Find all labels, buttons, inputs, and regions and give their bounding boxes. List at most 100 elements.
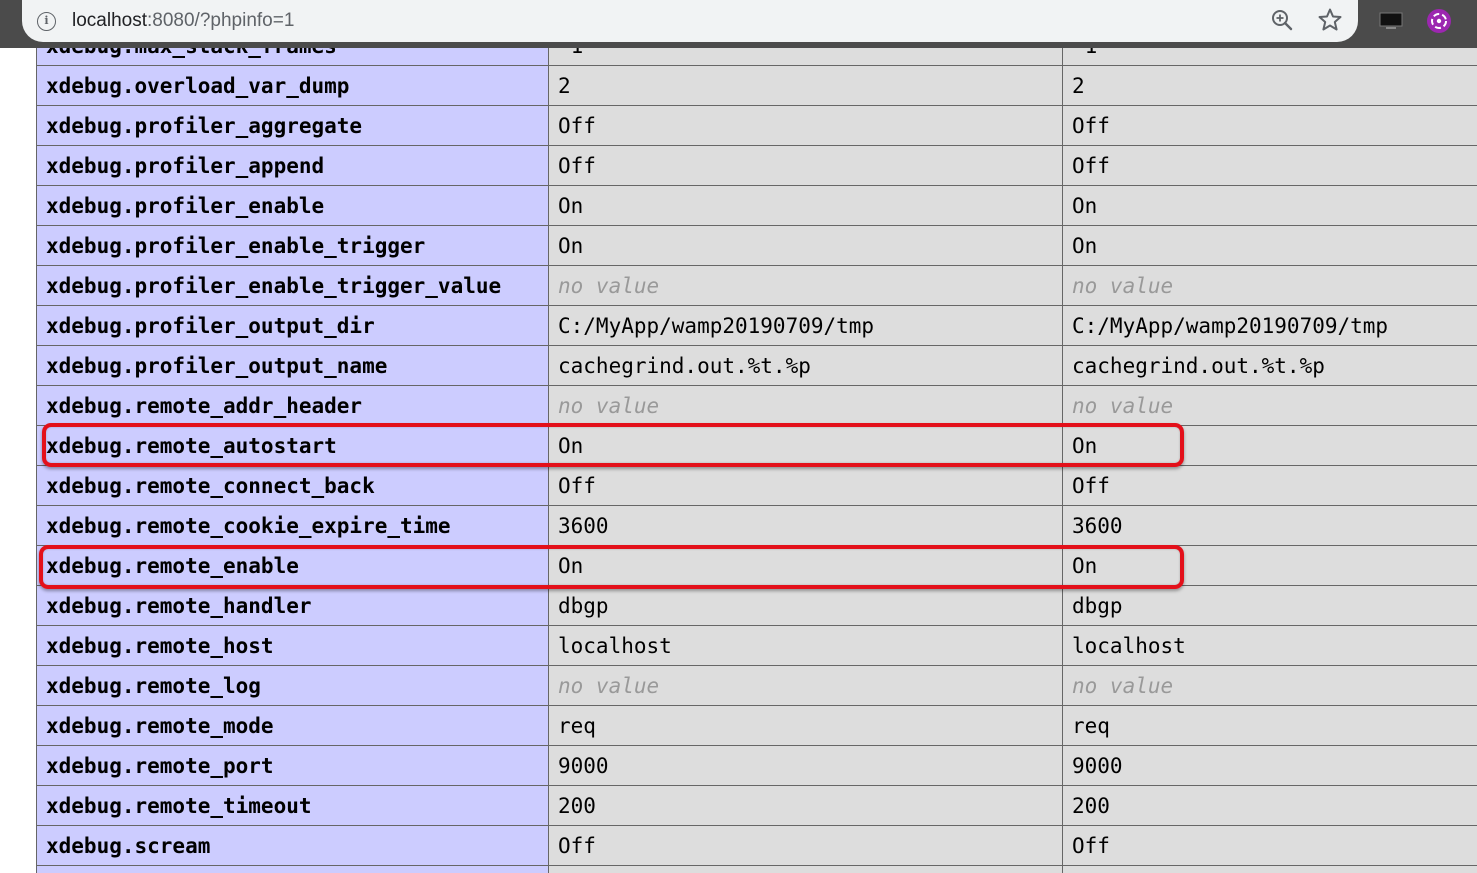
directive-name: xdebug.profiler_enable_trigger	[36, 225, 549, 266]
master-value	[1062, 865, 1477, 873]
local-value: On	[548, 185, 1063, 226]
url-path: :8080/?phpinfo=1	[147, 10, 295, 31]
table-row: xdebug.max_stack_frames -1 -1	[36, 48, 1477, 66]
local-value: req	[548, 705, 1063, 746]
directive-name: xdebug.remote_mode	[36, 705, 549, 746]
directive-name: xdebug.remote_addr_header	[36, 385, 549, 426]
local-value	[548, 865, 1063, 873]
table-row: xdebug.profiler_aggregate Off Off	[36, 105, 1477, 146]
master-value: Off	[1062, 465, 1477, 506]
table-row: xdebug.profiler_enable_trigger_value no v…	[36, 265, 1477, 306]
info-icon[interactable]: i	[37, 12, 56, 31]
table-row: xdebug.remote_log no value no value	[36, 665, 1477, 706]
table-row: xdebug.profiler_output_dir C:/MyApp/wamp2…	[36, 305, 1477, 346]
directive-name: xdebug.max_stack_frames	[36, 48, 549, 66]
local-value: Off	[548, 145, 1063, 186]
master-value: cachegrind.out.%t.%p	[1062, 345, 1477, 386]
page-content[interactable]: xdebug.max_stack_frames -1 -1 xdebug.ove…	[0, 48, 1477, 873]
master-value: Off	[1062, 105, 1477, 146]
local-value: 3600	[548, 505, 1063, 546]
master-value: 3600	[1062, 505, 1477, 546]
directive-name: xdebug.profiler_aggregate	[36, 105, 549, 146]
xdebug-config-table: xdebug.max_stack_frames -1 -1 xdebug.ove…	[36, 48, 1477, 873]
directive-name: xdebug.profiler_output_dir	[36, 305, 549, 346]
browser-toolbar: i localhost:8080/?phpinfo=1	[0, 0, 1477, 48]
master-value: Off	[1062, 145, 1477, 186]
table-row: xdebug.profiler_enable_trigger On On	[36, 225, 1477, 266]
local-value: Off	[548, 105, 1063, 146]
table-row: xdebug.scream Off Off	[36, 825, 1477, 866]
table-row	[36, 865, 1477, 873]
local-value: 9000	[548, 745, 1063, 786]
directive-name: xdebug.remote_port	[36, 745, 549, 786]
no-value-text: no value	[558, 273, 660, 298]
local-value: localhost	[548, 625, 1063, 666]
table-row: xdebug.remote_enable On On	[36, 545, 1477, 586]
master-value: Off	[1062, 825, 1477, 866]
directive-name: xdebug.profiler_enable	[36, 185, 549, 226]
local-value: Off	[548, 825, 1063, 866]
master-value: 2	[1062, 65, 1477, 106]
local-value: no value	[548, 385, 1063, 426]
table-row: xdebug.remote_cookie_expire_time 3600 3600	[36, 505, 1477, 546]
local-value: no value	[548, 265, 1063, 306]
extension-circle-icon[interactable]	[1425, 7, 1453, 35]
bookmark-star-icon[interactable]	[1316, 6, 1344, 34]
master-value: -1	[1062, 48, 1477, 66]
local-value: C:/MyApp/wamp20190709/tmp	[548, 305, 1063, 346]
local-value: cachegrind.out.%t.%p	[548, 345, 1063, 386]
table-row: xdebug.remote_port 9000 9000	[36, 745, 1477, 786]
directive-name: xdebug.remote_timeout	[36, 785, 549, 826]
no-value-text: no value	[1072, 393, 1174, 418]
directive-name: xdebug.scream	[36, 825, 549, 866]
master-value: localhost	[1062, 625, 1477, 666]
table-row: xdebug.remote_handler dbgp dbgp	[36, 585, 1477, 626]
table-row: xdebug.remote_addr_header no value no valu…	[36, 385, 1477, 426]
local-value: 2	[548, 65, 1063, 106]
no-value-text: no value	[558, 393, 660, 418]
master-value: C:/MyApp/wamp20190709/tmp	[1062, 305, 1477, 346]
master-value: req	[1062, 705, 1477, 746]
directive-name	[36, 865, 549, 873]
table-row: xdebug.remote_mode req req	[36, 705, 1477, 746]
no-value-text: no value	[1072, 673, 1174, 698]
table-row: xdebug.profiler_append Off Off	[36, 145, 1477, 186]
master-value: no value	[1062, 265, 1477, 306]
directive-name: xdebug.profiler_enable_trigger_value	[36, 265, 549, 306]
table-row: xdebug.remote_timeout 200 200	[36, 785, 1477, 826]
master-value: On	[1062, 425, 1477, 466]
table-row: xdebug.remote_host localhost localhost	[36, 625, 1477, 666]
zoom-icon[interactable]	[1268, 6, 1296, 34]
local-value: Off	[548, 465, 1063, 506]
master-value: On	[1062, 225, 1477, 266]
local-value: dbgp	[548, 585, 1063, 626]
no-value-text: no value	[1072, 273, 1174, 298]
directive-name: xdebug.remote_log	[36, 665, 549, 706]
extension-monitor-icon[interactable]	[1378, 8, 1404, 34]
master-value: On	[1062, 545, 1477, 586]
local-value: On	[548, 225, 1063, 266]
local-value: no value	[548, 665, 1063, 706]
table-row: xdebug.remote_autostart On On	[36, 425, 1477, 466]
master-value: no value	[1062, 385, 1477, 426]
master-value: no value	[1062, 665, 1477, 706]
url-host: localhost	[72, 10, 147, 31]
address-bar-url[interactable]: localhost:8080/?phpinfo=1	[72, 8, 294, 34]
table-row: xdebug.remote_connect_back Off Off	[36, 465, 1477, 506]
directive-name: xdebug.remote_cookie_expire_time	[36, 505, 549, 546]
directive-name: xdebug.profiler_append	[36, 145, 549, 186]
master-value: dbgp	[1062, 585, 1477, 626]
table-row: xdebug.overload_var_dump 2 2	[36, 65, 1477, 106]
local-value: 200	[548, 785, 1063, 826]
directive-name: xdebug.profiler_output_name	[36, 345, 549, 386]
directive-name: xdebug.remote_handler	[36, 585, 549, 626]
local-value: On	[548, 425, 1063, 466]
master-value: 9000	[1062, 745, 1477, 786]
directive-name: xdebug.remote_connect_back	[36, 465, 549, 506]
local-value: On	[548, 545, 1063, 586]
directive-name: xdebug.remote_autostart	[36, 425, 549, 466]
no-value-text: no value	[558, 673, 660, 698]
master-value: On	[1062, 185, 1477, 226]
master-value: 200	[1062, 785, 1477, 826]
directive-name: xdebug.remote_enable	[36, 545, 549, 586]
